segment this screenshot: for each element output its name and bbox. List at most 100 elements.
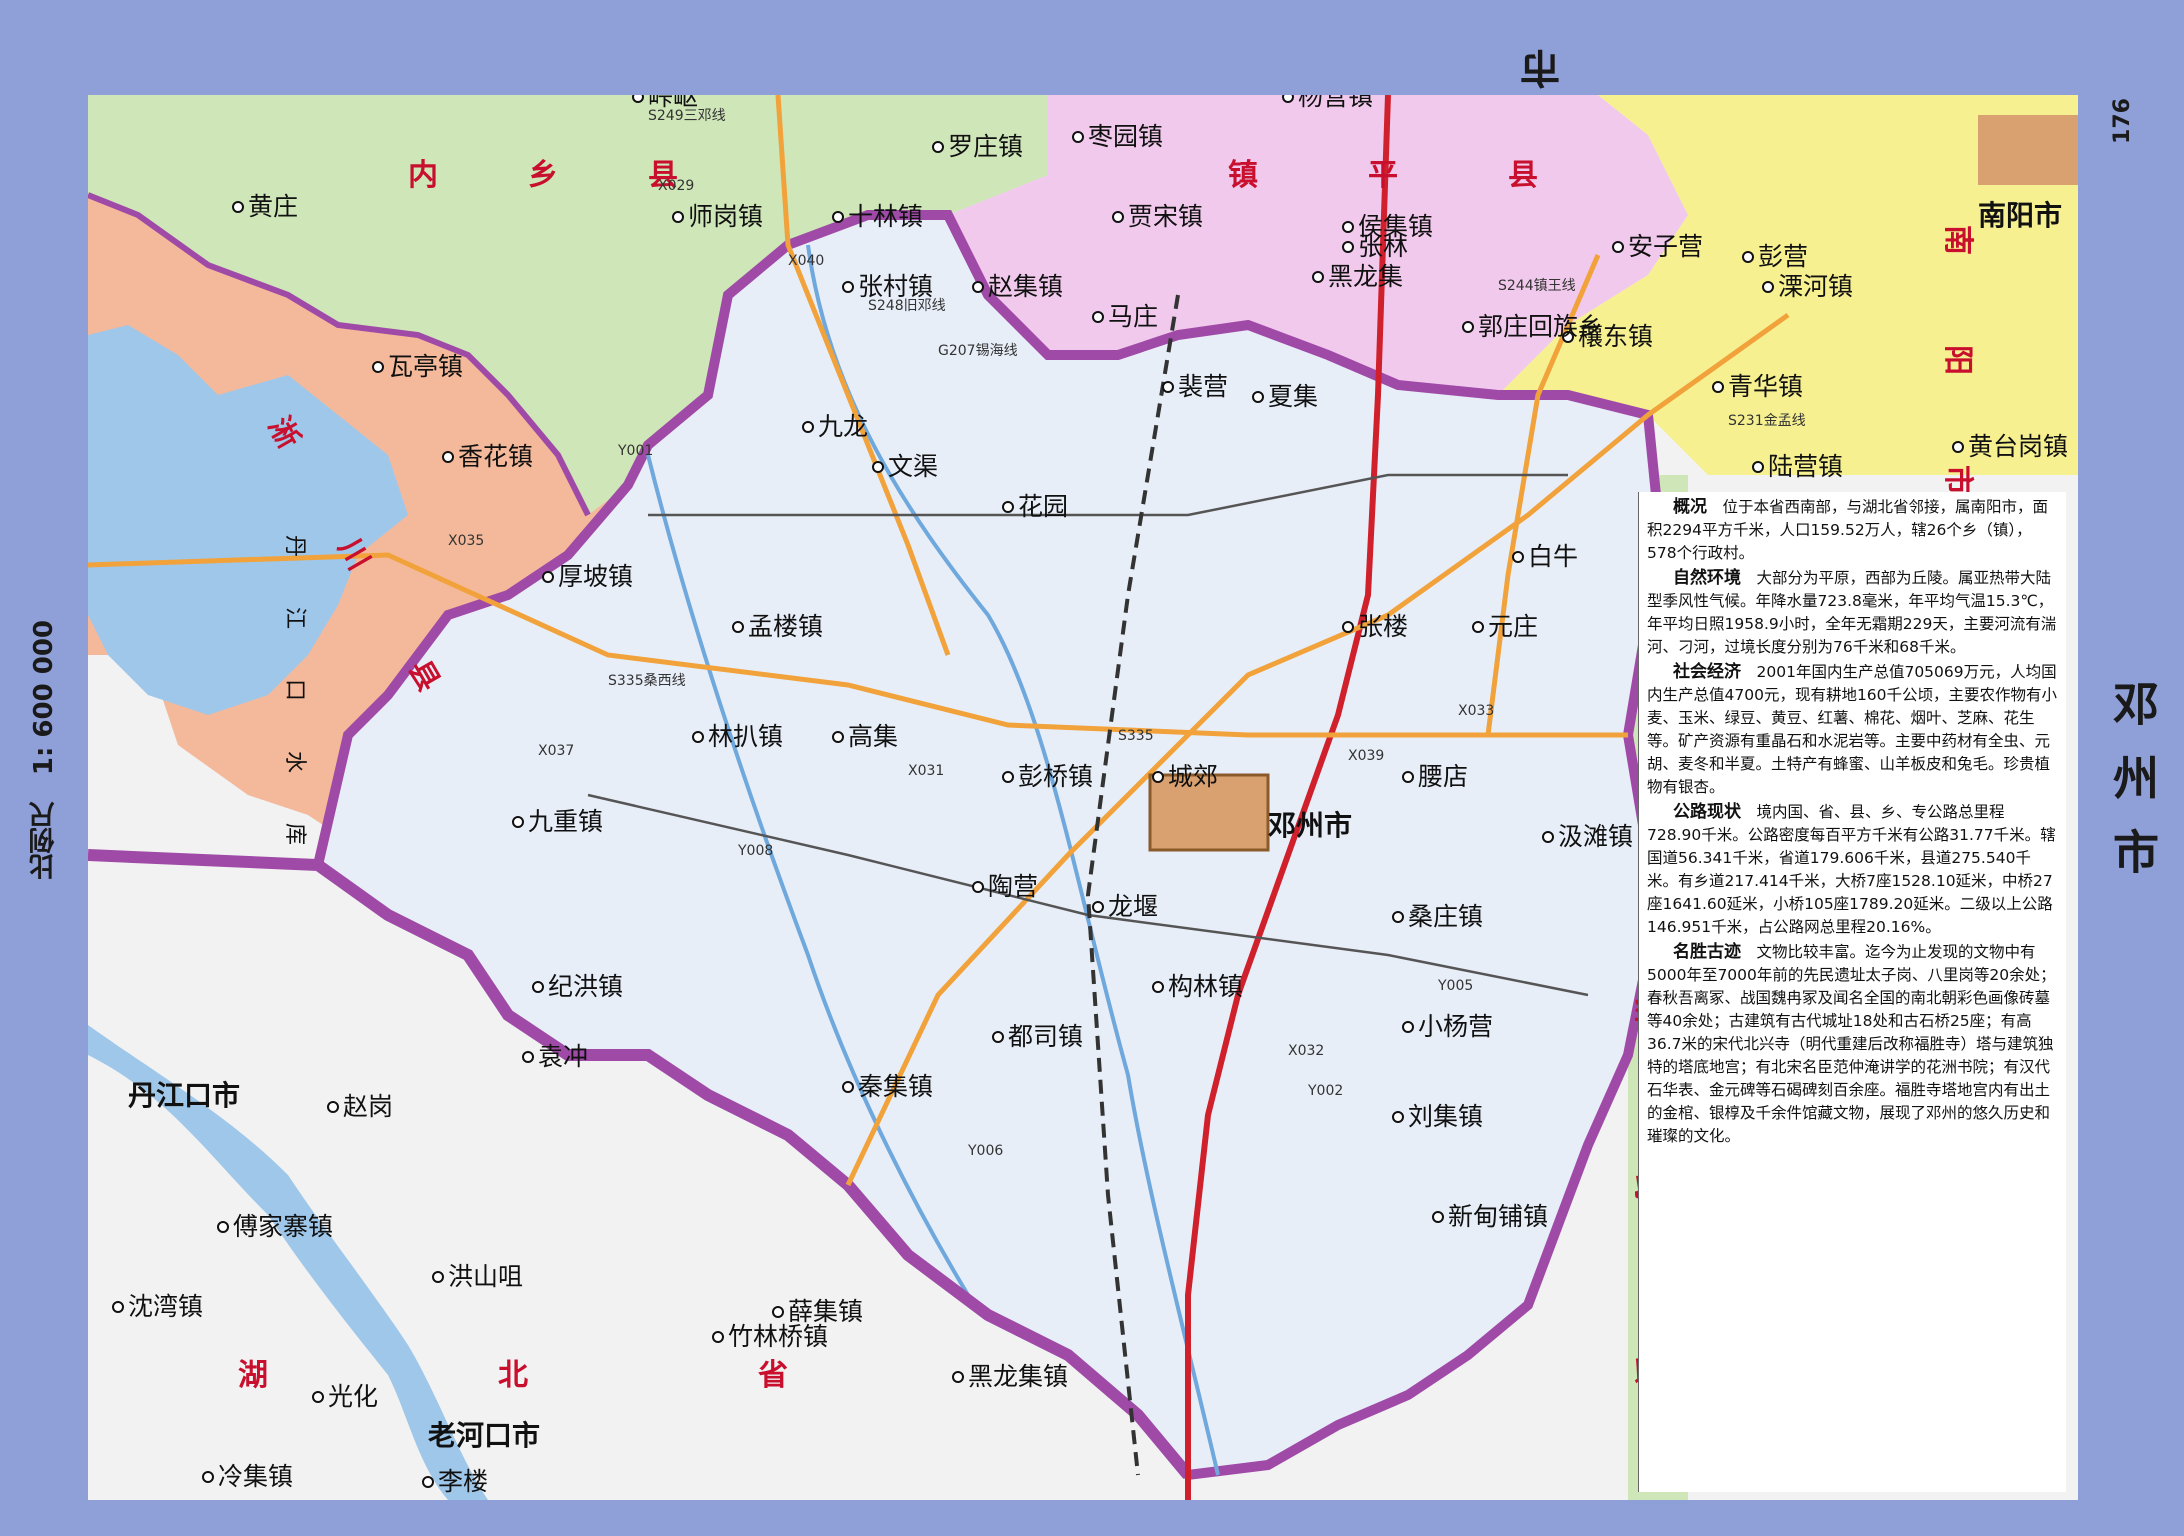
roads-text: 境内国、省、县、乡、专公路总里程728.90千米。公路密度每百平方千米有公路31… <box>1647 803 2056 936</box>
economy-title: 社会经济 <box>1673 662 1741 682</box>
town-label: 溧河镇 <box>1778 272 1853 301</box>
town-label: 元庄 <box>1488 612 1538 641</box>
town-label: 贾宋镇 <box>1128 202 1203 231</box>
economy-text: 2001年国内生产总值705069万元，人均国内生产总值4700元，现有耕地16… <box>1647 663 2058 796</box>
sights-text: 文物比较丰富。迄今为止发现的文物中有5000年至7000年前的先民遗址太子岗、八… <box>1647 943 2056 1145</box>
town-marker <box>972 881 984 893</box>
town-marker <box>842 281 854 293</box>
town-label: 九龙 <box>818 412 868 441</box>
town-label: 杨营镇 <box>1298 95 1373 111</box>
town-marker <box>832 731 844 743</box>
map-title: 邓州市 <box>2106 680 2160 902</box>
road-label: X037 <box>538 743 574 759</box>
town-marker <box>432 1271 444 1283</box>
town-marker <box>1342 621 1354 633</box>
road-label: X040 <box>788 253 824 269</box>
road-label: S249三邓线 <box>648 108 726 124</box>
town-marker <box>1392 911 1404 923</box>
town-marker <box>932 141 944 153</box>
town-marker <box>372 361 384 373</box>
town-label: 张楼 <box>1358 612 1408 641</box>
town-label: 薛集镇 <box>788 1297 863 1326</box>
town-label: 张林 <box>1358 232 1408 261</box>
town-marker <box>1402 1021 1414 1033</box>
town-label: 构林镇 <box>1168 972 1243 1001</box>
town-marker <box>232 201 244 213</box>
town-marker <box>542 571 554 583</box>
label-reservoir: 丹 江 口 水 库 <box>282 535 307 859</box>
town-marker <box>1712 381 1724 393</box>
road-label: X039 <box>1348 748 1384 764</box>
town-marker <box>712 1331 724 1343</box>
town-label: 沈湾镇 <box>128 1292 203 1321</box>
town-marker <box>672 211 684 223</box>
town-marker <box>217 1221 229 1233</box>
town-marker <box>1392 1111 1404 1123</box>
town-label: 城郊 <box>1168 762 1218 791</box>
town-marker <box>692 731 704 743</box>
town-label: 傅家寨镇 <box>233 1212 333 1241</box>
road-label: X035 <box>448 533 484 549</box>
town-label: 九重镇 <box>528 807 603 836</box>
town-label: 黑龙集镇 <box>968 1362 1068 1391</box>
town-label: 林扒镇 <box>708 722 783 751</box>
town-marker <box>1472 621 1484 633</box>
town-label: 青华镇 <box>1728 372 1803 401</box>
town-label: 张村镇 <box>858 272 933 301</box>
town-marker <box>312 1391 324 1403</box>
road-label: G207锡海线 <box>938 343 1018 359</box>
road-label: S231金孟线 <box>1728 413 1806 429</box>
town-label: 陶营 <box>988 872 1038 901</box>
nanyang-city-block <box>1978 115 2078 185</box>
road-label: Y002 <box>1307 1083 1343 1099</box>
town-marker <box>952 1371 964 1383</box>
town-marker <box>972 281 984 293</box>
road-label: X029 <box>658 178 694 194</box>
town-label: 夏集 <box>1268 382 1318 411</box>
town-marker <box>532 981 544 993</box>
town-label: 高集 <box>848 722 898 751</box>
town-label: 厚坡镇 <box>558 562 633 591</box>
town-marker <box>632 95 644 103</box>
town-marker <box>1612 241 1624 253</box>
info-panel: 概况 位于本省西南部，与湖北省邻接，属南阳市，面积2294平方千米，人口159.… <box>1638 492 2066 1492</box>
town-marker <box>772 1306 784 1318</box>
town-label: 龙堰 <box>1108 892 1158 921</box>
town-marker <box>732 621 744 633</box>
town-marker <box>512 816 524 828</box>
town-marker <box>1752 461 1764 473</box>
label-zhenping: 镇 平 县 <box>1228 158 1578 193</box>
road-label: X031 <box>908 763 944 779</box>
town-marker <box>522 1051 534 1063</box>
town-marker <box>1512 551 1524 563</box>
town-label: 裴营 <box>1178 372 1228 401</box>
town-label: 竹林桥镇 <box>728 1322 828 1351</box>
town-marker <box>1952 441 1964 453</box>
overview-title: 概况 <box>1673 497 1707 517</box>
town-label: 小杨营 <box>1418 1012 1493 1041</box>
town-marker <box>1252 391 1264 403</box>
town-label: 桑庄镇 <box>1408 902 1483 931</box>
town-marker <box>992 1031 1004 1043</box>
town-label: 黄庄 <box>248 192 298 221</box>
town-marker <box>1762 281 1774 293</box>
town-marker <box>1002 771 1014 783</box>
sights-title: 名胜古迹 <box>1673 942 1741 962</box>
road-label: S248旧邓线 <box>868 298 946 314</box>
town-label: 白牛 <box>1528 542 1578 571</box>
town-marker <box>1742 251 1754 263</box>
town-marker <box>1002 501 1014 513</box>
town-label: 赵岗 <box>343 1092 393 1121</box>
town-label: 瓦亭镇 <box>388 352 463 381</box>
town-marker <box>422 1476 434 1488</box>
town-marker <box>1342 241 1354 253</box>
town-label: 彭营 <box>1758 242 1808 271</box>
scale-text: 比例尺 1: 600 000 <box>29 620 59 880</box>
town-marker <box>327 1101 339 1113</box>
road-label: S335桑西线 <box>608 673 686 689</box>
town-marker <box>1432 1211 1444 1223</box>
town-label: 文渠 <box>888 452 938 481</box>
town-label: 洪山咀 <box>448 1262 523 1291</box>
roads-title: 公路现状 <box>1673 802 1741 822</box>
town-marker <box>1402 771 1414 783</box>
